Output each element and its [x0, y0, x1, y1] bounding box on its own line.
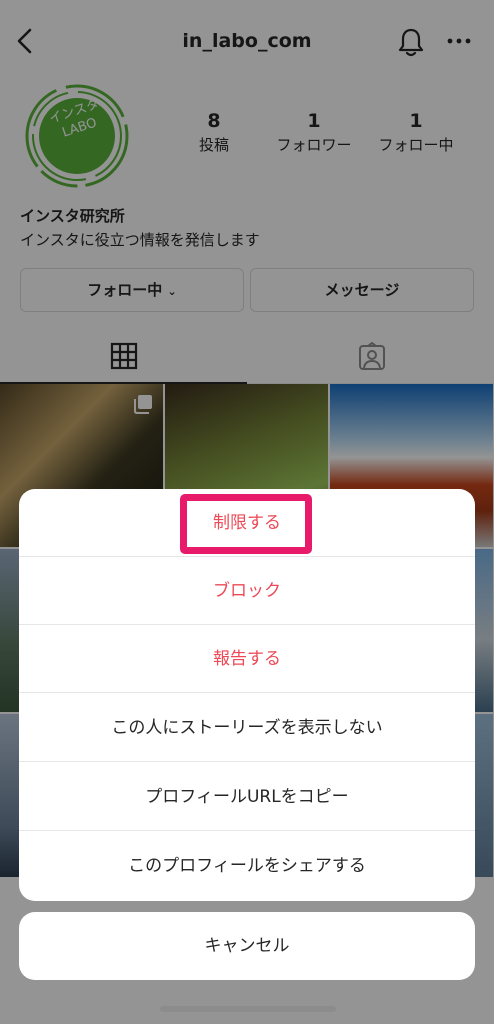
home-indicator[interactable]: [160, 1006, 336, 1012]
copy-profile-url-button[interactable]: プロフィールURLをコピー: [19, 763, 475, 831]
cancel-button[interactable]: キャンセル: [19, 912, 475, 980]
hide-stories-button[interactable]: この人にストーリーズを表示しない: [19, 694, 475, 762]
report-button[interactable]: 報告する: [19, 625, 475, 693]
share-profile-button[interactable]: このプロフィールをシェアする: [19, 832, 475, 900]
block-button[interactable]: ブロック: [19, 557, 475, 625]
restrict-highlight-frame: [180, 494, 312, 554]
